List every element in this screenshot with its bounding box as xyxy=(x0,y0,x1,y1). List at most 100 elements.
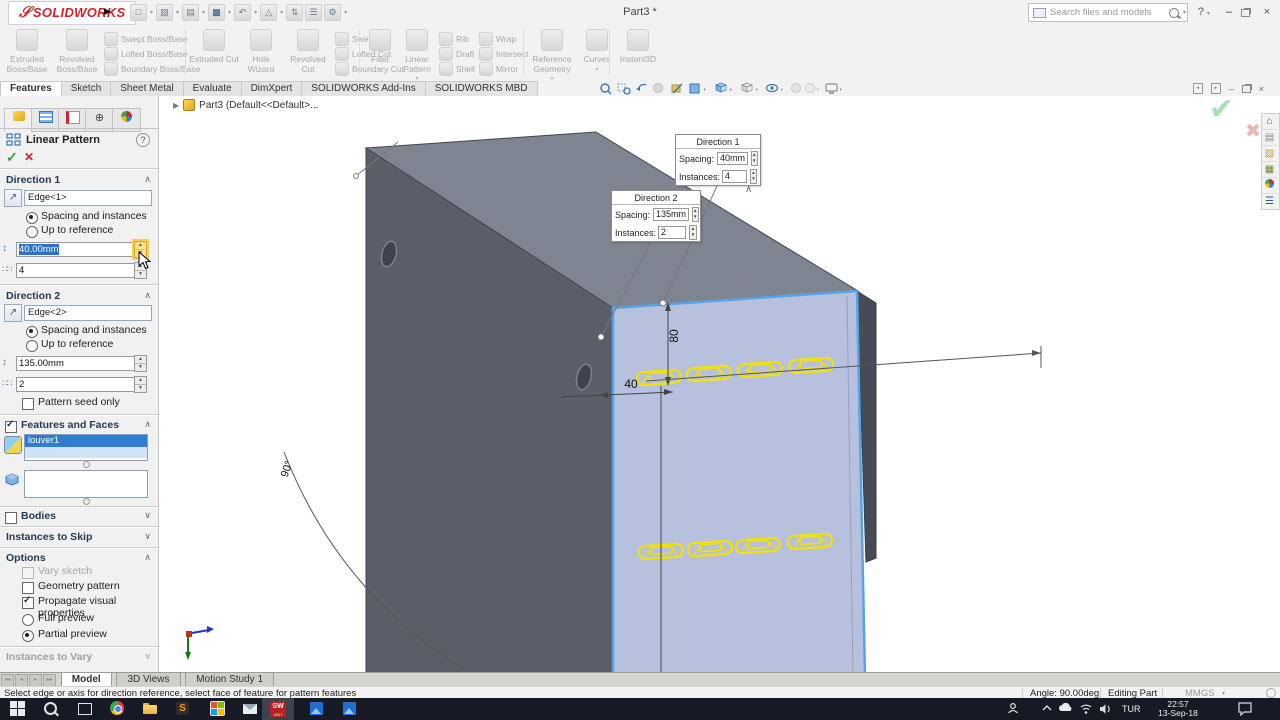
tab-dimxpert[interactable]: DimXpert xyxy=(241,81,303,96)
callout-instances-value[interactable]: 4 xyxy=(722,170,747,183)
radio-label[interactable]: Spacing and instances xyxy=(41,210,147,222)
sublime-icon[interactable]: S xyxy=(176,701,192,717)
instances-skip-header[interactable]: Instances to Skip xyxy=(6,531,92,543)
radio-label[interactable]: Partial preview xyxy=(38,628,107,640)
file-explorer-icon[interactable]: ▧ xyxy=(1262,146,1277,162)
fillet-button[interactable]: Fillet▾ xyxy=(363,26,397,73)
partial-preview-radio[interactable] xyxy=(22,630,34,642)
collapse-icon[interactable]: ∧ xyxy=(144,419,151,430)
doc-restore-icon[interactable] xyxy=(1242,85,1251,93)
edit-appearance-icon[interactable] xyxy=(672,84,682,93)
section-view-icon[interactable] xyxy=(654,84,663,93)
feature-list-empty-row[interactable] xyxy=(25,447,147,458)
new-file-icon[interactable]: □ xyxy=(130,4,147,21)
zoom-to-area-icon[interactable] xyxy=(618,84,630,94)
photos-icon[interactable] xyxy=(310,701,326,717)
geometry-pattern-checkbox[interactable] xyxy=(22,582,34,594)
caret-icon[interactable]: ▾ xyxy=(344,9,347,16)
direction2-instances-field[interactable]: 2 xyxy=(16,377,138,392)
wrap-button[interactable]: Wrap xyxy=(479,32,529,45)
reference-geometry-button[interactable]: Reference Geometry▾ xyxy=(527,26,577,82)
tab-addins[interactable]: SOLIDWORKS Add-Ins xyxy=(301,81,425,96)
model-tab[interactable]: Model xyxy=(61,673,112,687)
model-selected-front-face[interactable] xyxy=(613,291,865,672)
collapse-icon[interactable]: ∧ xyxy=(144,174,151,185)
confirmation-ok-icon[interactable]: ✔ xyxy=(1209,96,1234,127)
extruded-boss-button[interactable]: Extruded Boss/Base xyxy=(2,26,52,74)
direction1-spacing-radio[interactable] xyxy=(26,212,38,224)
hidden-icons-chevron[interactable] xyxy=(1043,706,1051,710)
draft-button[interactable]: Draft xyxy=(439,47,475,60)
direction2-spacing-spinner[interactable]: ▲▼ xyxy=(134,355,147,372)
list-resize-grip[interactable] xyxy=(83,498,90,505)
direction1-upto-radio[interactable] xyxy=(26,226,38,238)
bodies-checkbox[interactable] xyxy=(5,512,17,524)
dim-80-label[interactable]: 80 xyxy=(667,329,681,343)
menu-expand-icon[interactable]: ▶ xyxy=(104,6,111,17)
hide-show-items-icon[interactable] xyxy=(767,85,784,92)
direction2-spacing-radio[interactable] xyxy=(26,326,38,338)
direction1-header[interactable]: Direction 1 xyxy=(6,174,60,186)
graphics-viewport[interactable]: 80 40 90° xyxy=(159,96,1280,672)
tab-mbd[interactable]: SOLIDWORKS MBD xyxy=(425,81,538,96)
solidworks-logo[interactable]: 𝒮SOLIDWORKS xyxy=(8,1,136,25)
units-caret-icon[interactable]: ▾ xyxy=(1222,690,1225,697)
prev-document-icon[interactable]: ◂ xyxy=(1193,83,1203,94)
spinner[interactable]: ▲▼ xyxy=(692,207,698,222)
doc-minimize-icon[interactable]: – xyxy=(1229,84,1234,94)
close-button[interactable]: × xyxy=(1264,6,1270,18)
callout-instances-value[interactable]: 2 xyxy=(658,226,686,239)
propagate-visual-checkbox[interactable] xyxy=(22,597,34,609)
collapse-icon[interactable]: ∧ xyxy=(144,552,151,563)
doc-close-icon[interactable]: × xyxy=(1259,84,1264,94)
apply-scene-icon[interactable] xyxy=(690,84,706,93)
expand-icon[interactable]: ∨ xyxy=(144,510,151,521)
display-style-icon[interactable] xyxy=(742,83,758,92)
direction1-spacing-field[interactable]: 40.00mm xyxy=(16,242,138,257)
search-input[interactable]: Search files and models ▾ xyxy=(1028,3,1188,22)
rebuild-icon[interactable]: ⇅ xyxy=(286,4,303,21)
view-orientation-icon[interactable] xyxy=(716,83,732,92)
spinner[interactable]: ▲▼ xyxy=(751,151,757,166)
features-faces-checkbox[interactable] xyxy=(5,421,17,433)
caret-icon[interactable]: ▾ xyxy=(228,9,231,16)
caret-icon[interactable]: ▾ xyxy=(202,9,205,16)
tab-sketch[interactable]: Sketch xyxy=(61,81,112,96)
mirror-button[interactable]: Mirror xyxy=(479,62,529,75)
tab-sheet-metal[interactable]: Sheet Metal xyxy=(110,81,183,96)
solidworks-taskbar-button[interactable]: SW2017 xyxy=(262,698,294,720)
spinner[interactable]: ▲▼ xyxy=(689,225,697,240)
intersect-button[interactable]: Intersect xyxy=(479,47,529,60)
direction1-instances-field[interactable]: 4 xyxy=(16,263,138,278)
home-icon[interactable]: ⌂ xyxy=(1262,114,1277,130)
bodies-header[interactable]: Bodies xyxy=(21,510,56,522)
minimize-button[interactable]: – xyxy=(1226,6,1232,18)
mail-icon[interactable] xyxy=(243,701,259,717)
linear-pattern-button[interactable]: Linear Pattern▾ xyxy=(397,26,437,82)
features-list[interactable]: louver1 xyxy=(24,434,148,461)
dim-90-label[interactable]: 90° xyxy=(279,459,296,479)
search-icon[interactable] xyxy=(1169,8,1179,18)
pattern-seed-checkbox[interactable] xyxy=(22,398,34,410)
extruded-cut-button[interactable]: Extruded Cut xyxy=(189,26,239,65)
curves-button[interactable]: Curves▾ xyxy=(577,26,617,73)
tab-features[interactable]: Features xyxy=(0,81,62,97)
instant3d-button[interactable]: Instant3D xyxy=(613,26,663,65)
file-explorer-icon[interactable] xyxy=(143,701,159,717)
caret-icon[interactable]: ▾ xyxy=(254,9,257,16)
undo-icon[interactable]: ↶ xyxy=(234,4,251,21)
confirmation-cancel-icon[interactable]: ✖ xyxy=(1245,120,1261,143)
direction2-selection-field[interactable]: Edge<2> xyxy=(24,305,152,321)
custom-properties-icon[interactable]: ☰ xyxy=(1262,194,1277,209)
language-indicator[interactable]: TUR xyxy=(1122,704,1141,714)
direction1-reverse-button[interactable]: ↗ xyxy=(4,189,22,207)
faces-list[interactable] xyxy=(24,470,148,498)
radio-label[interactable]: Up to reference xyxy=(41,338,113,350)
chrome-icon[interactable] xyxy=(110,701,126,717)
callout-collapse-icon[interactable]: ∧ xyxy=(745,184,752,195)
3d-views-tab[interactable]: 3D Views xyxy=(116,673,180,687)
radio-label[interactable]: Up to reference xyxy=(41,224,113,236)
feature-tree-root[interactable]: ▶ Part3 (Default<<Default>... xyxy=(173,99,318,111)
ok-button[interactable]: ✓ xyxy=(6,149,18,166)
help-icon[interactable]: ? ▾ xyxy=(1198,6,1210,18)
